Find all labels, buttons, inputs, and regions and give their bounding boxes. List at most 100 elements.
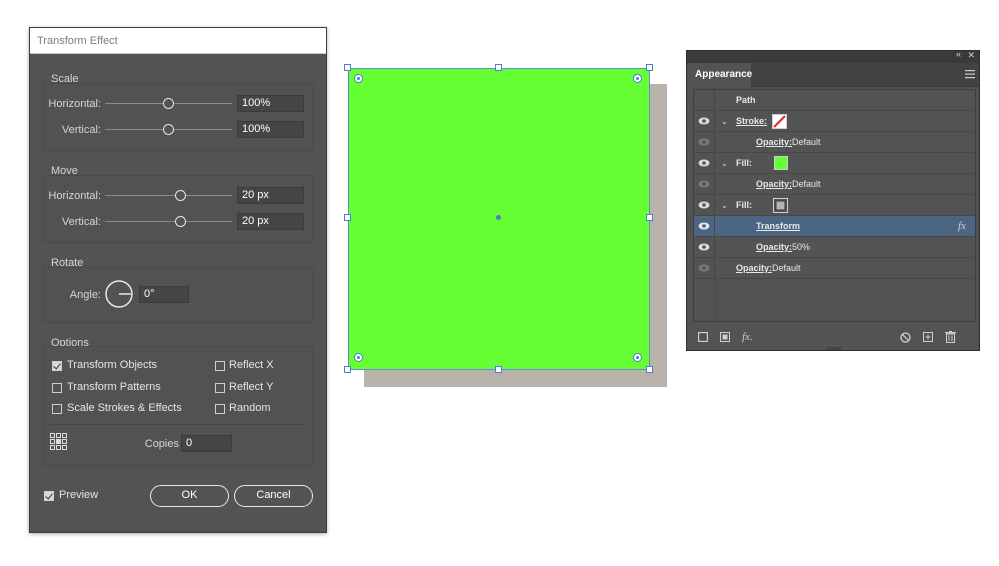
selection-handle-top-right[interactable] <box>646 64 653 71</box>
appearance-panel: « ✕ Appearance Path ⌄ Stroke: Opacity: D… <box>686 49 980 351</box>
stroke-label: Stroke: <box>736 116 768 126</box>
selection-handle-middle-right[interactable] <box>646 214 653 221</box>
live-corner-widget-top-right[interactable] <box>633 74 642 83</box>
fx-icon[interactable]: fx <box>958 216 966 237</box>
random-label: Random <box>229 402 271 414</box>
selection-handle-middle-left[interactable] <box>344 214 351 221</box>
close-panel-icon[interactable]: ✕ <box>967 50 975 61</box>
scale-vertical-slider-thumb[interactable] <box>163 124 174 135</box>
opacity-value: Default <box>792 179 821 189</box>
duplicate-item-icon[interactable] <box>923 332 934 343</box>
reference-point-icon[interactable] <box>50 433 68 451</box>
reflect-y-checkbox[interactable] <box>215 383 225 393</box>
appearance-row-fill-gray-opacity[interactable]: Opacity: 50% <box>694 237 975 258</box>
appearance-attribute-list: Path ⌄ Stroke: Opacity: Default ⌄ Fill: <box>693 89 976 322</box>
move-horizontal-slider-thumb[interactable] <box>175 190 186 201</box>
appearance-row-transform[interactable]: Transform fx <box>694 216 975 237</box>
copies-label: Copies <box>144 438 179 450</box>
scale-horizontal-label: Horizontal: <box>48 98 101 110</box>
add-new-effect-icon[interactable]: fx. <box>742 330 753 344</box>
move-horizontal-slider-track[interactable] <box>105 195 232 196</box>
transform-patterns-label: Transform Patterns <box>67 381 161 393</box>
scale-strokes-checkbox[interactable] <box>52 404 62 414</box>
opacity-label: Opacity: <box>736 263 773 273</box>
live-corner-widget-bottom-left[interactable] <box>354 353 363 362</box>
selection-handle-top-center[interactable] <box>495 64 502 71</box>
transform-objects-label: Transform Objects <box>67 359 158 371</box>
move-group <box>43 175 314 243</box>
selection-handle-top-left[interactable] <box>344 64 351 71</box>
cancel-button[interactable]: Cancel <box>234 485 313 507</box>
panel-menu-icon[interactable] <box>965 70 975 79</box>
visibility-eye-icon[interactable] <box>698 180 710 188</box>
panel-resize-grip[interactable] <box>827 347 841 350</box>
delete-item-icon[interactable] <box>945 331 956 343</box>
scale-vertical-input[interactable]: 100% <box>237 121 304 138</box>
copies-input[interactable]: 0 <box>181 435 232 452</box>
live-corner-widget-top-left[interactable] <box>354 74 363 83</box>
visibility-eye-icon[interactable] <box>698 243 710 251</box>
appearance-row-fill-green[interactable]: ⌄ Fill: <box>694 153 975 174</box>
appearance-row-fill-opacity[interactable]: Opacity: Default <box>694 174 975 195</box>
move-vertical-slider-thumb[interactable] <box>175 216 186 227</box>
move-horizontal-input[interactable]: 20 px <box>237 187 304 204</box>
move-vertical-label: Vertical: <box>61 216 101 228</box>
ok-button[interactable]: OK <box>150 485 229 507</box>
transform-effect-link[interactable]: Transform <box>756 221 800 231</box>
expand-chevron-icon[interactable]: ⌄ <box>721 195 728 216</box>
visibility-eye-icon[interactable] <box>698 222 710 230</box>
opacity-value: Default <box>792 137 821 147</box>
move-horizontal-label: Horizontal: <box>48 190 101 202</box>
scale-vertical-label: Vertical: <box>61 124 101 136</box>
appearance-row-fill-gray[interactable]: ⌄ Fill: <box>694 195 975 216</box>
appearance-row-path[interactable]: Path <box>694 90 975 111</box>
add-new-stroke-icon[interactable] <box>698 332 708 342</box>
scale-horizontal-input[interactable]: 100% <box>237 95 304 112</box>
opacity-label: Opacity: <box>756 242 793 252</box>
selection-handle-bottom-right[interactable] <box>646 366 653 373</box>
fill-label: Fill: <box>736 158 752 168</box>
appearance-row-stroke[interactable]: ⌄ Stroke: <box>694 111 975 132</box>
move-vertical-input[interactable]: 20 px <box>237 213 304 230</box>
options-divider <box>50 424 304 425</box>
transform-patterns-checkbox[interactable] <box>52 383 62 393</box>
collapse-panel-icon[interactable]: « <box>956 49 961 59</box>
expand-chevron-icon[interactable]: ⌄ <box>721 111 728 132</box>
reflect-x-label: Reflect X <box>229 359 274 371</box>
angle-dial-icon[interactable] <box>104 279 134 309</box>
fill-green-swatch[interactable] <box>774 156 788 170</box>
add-new-fill-icon[interactable] <box>720 332 730 342</box>
selection-handle-bottom-left[interactable] <box>344 366 351 373</box>
fill-gray-swatch[interactable] <box>773 198 788 213</box>
preview-label: Preview <box>59 489 99 501</box>
tab-appearance[interactable]: Appearance <box>687 63 752 87</box>
reflect-x-checkbox[interactable] <box>215 361 225 371</box>
stroke-none-swatch[interactable] <box>772 114 787 129</box>
fill-label: Fill: <box>736 200 752 210</box>
live-corner-widget-bottom-right[interactable] <box>633 353 642 362</box>
transform-effect-dialog: Transform Effect Scale Horizontal: 100% … <box>29 27 327 533</box>
visibility-eye-icon[interactable] <box>698 117 710 125</box>
appearance-row-object-opacity[interactable]: Opacity: Default <box>694 258 975 279</box>
selection-handle-bottom-center[interactable] <box>495 366 502 373</box>
expand-chevron-icon[interactable]: ⌄ <box>721 153 728 174</box>
reflect-y-label: Reflect Y <box>229 381 274 393</box>
transform-objects-checkbox[interactable] <box>52 361 62 371</box>
opacity-label: Opacity: <box>756 137 793 147</box>
appearance-row-stroke-opacity[interactable]: Opacity: Default <box>694 132 975 153</box>
random-checkbox[interactable] <box>215 404 225 414</box>
angle-label: Angle: <box>69 289 101 301</box>
scale-horizontal-slider-thumb[interactable] <box>163 98 174 109</box>
visibility-eye-icon[interactable] <box>698 138 710 146</box>
angle-input[interactable]: 0° <box>139 286 189 303</box>
dialog-title: Transform Effect <box>30 28 326 54</box>
scale-strokes-label: Scale Strokes & Effects <box>67 402 182 414</box>
visibility-eye-icon[interactable] <box>698 159 710 167</box>
visibility-eye-icon[interactable] <box>698 201 710 209</box>
opacity-value: 50% <box>792 242 811 252</box>
preview-checkbox[interactable] <box>44 491 54 501</box>
move-vertical-slider-track[interactable] <box>105 221 232 222</box>
panel-tab-row: Appearance <box>687 63 979 87</box>
visibility-eye-icon[interactable] <box>698 264 710 272</box>
clear-appearance-icon[interactable] <box>900 332 911 343</box>
